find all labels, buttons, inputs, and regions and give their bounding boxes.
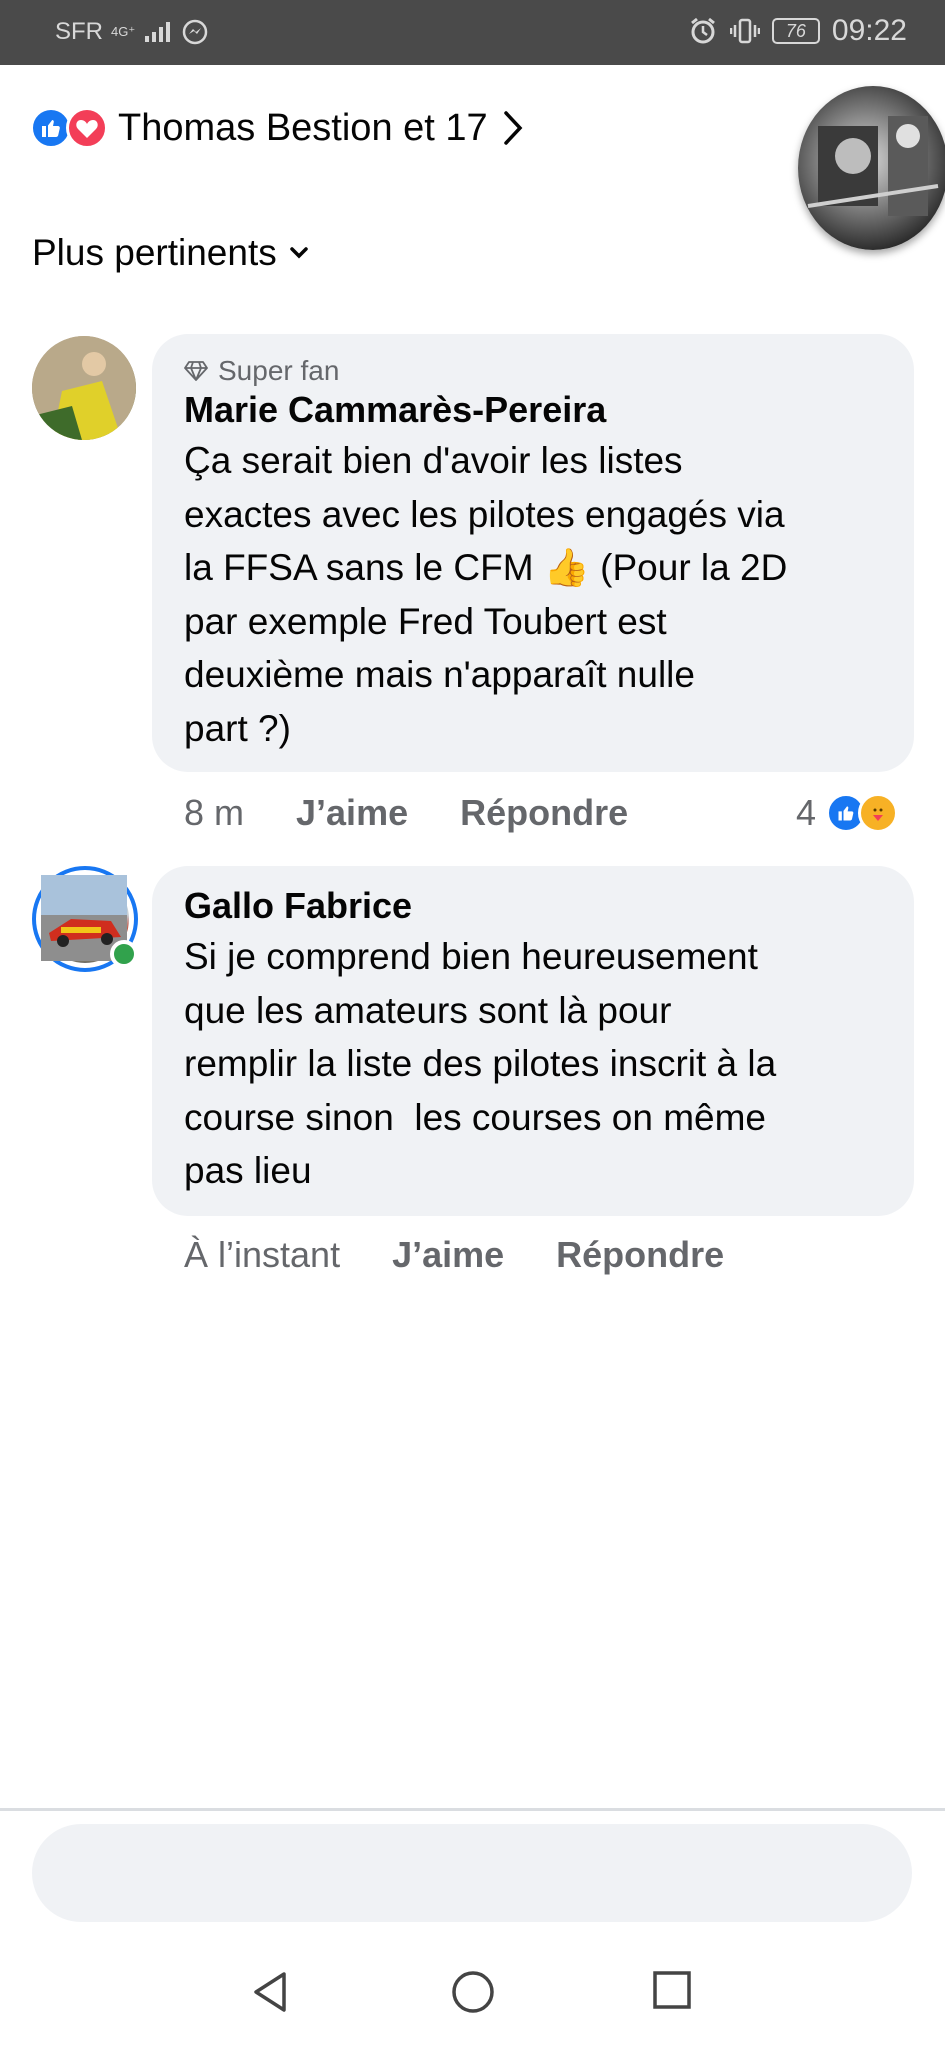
reactors-label: Thomas Bestion et 17 xyxy=(118,106,488,149)
comment-line: exactes avec les pilotes engagés via xyxy=(184,493,785,535)
comment-actions: 8 m J’aime Répondre xyxy=(184,788,628,838)
comment-reactions[interactable]: 4 xyxy=(796,788,899,838)
chevron-down-icon xyxy=(290,247,308,259)
super-fan-badge: Super fan xyxy=(184,354,892,388)
comment-line: pas lieu xyxy=(184,1150,312,1191)
messenger-icon xyxy=(182,19,208,45)
composer-divider xyxy=(0,1808,945,1811)
comment-text: Si je comprend bien heureusement que les… xyxy=(184,930,892,1198)
reply-button[interactable]: Répondre xyxy=(556,1234,724,1276)
battery-icon: 76 xyxy=(771,18,820,44)
post-author-avatar[interactable] xyxy=(798,86,945,250)
online-status-dot xyxy=(110,940,138,968)
recents-icon[interactable] xyxy=(652,1970,692,2010)
comment-author[interactable]: Marie Cammarès-Pereira xyxy=(184,388,892,432)
comment-time[interactable]: 8 m xyxy=(184,792,244,834)
back-icon[interactable] xyxy=(250,1970,290,2014)
home-icon[interactable] xyxy=(451,1970,495,2014)
like-button[interactable]: J’aime xyxy=(392,1234,504,1276)
comment-text: Ça serait bien d'avoir les listes exacte… xyxy=(184,434,892,755)
reaction-count: 4 xyxy=(796,792,817,833)
system-nav-bar xyxy=(0,1936,945,2048)
sort-label: Plus pertinents xyxy=(32,232,277,273)
reply-button[interactable]: Répondre xyxy=(460,792,628,834)
commenter-avatar[interactable] xyxy=(32,336,136,440)
comment-line: course sinon les courses on même xyxy=(184,1096,766,1138)
sort-dropdown[interactable]: Plus pertinents xyxy=(32,232,309,274)
comment-line-part: (Pour la 2D xyxy=(589,547,788,588)
comment-actions: À l’instant J’aime Répondre xyxy=(184,1230,724,1280)
care-reaction-icon xyxy=(858,793,899,833)
love-reaction-icon xyxy=(66,107,108,149)
comment-bubble[interactable]: Super fan Marie Cammarès-Pereira Ça sera… xyxy=(152,334,914,772)
comment-input[interactable] xyxy=(32,1824,912,1922)
comment-time[interactable]: À l’instant xyxy=(184,1234,340,1276)
status-right: 76 09:22 xyxy=(688,14,907,48)
thumbs-up-emoji: 👍 xyxy=(543,547,590,588)
alarm-icon xyxy=(690,17,715,44)
reactions-summary[interactable]: Thomas Bestion et 17 xyxy=(30,100,524,156)
status-left: SFR 4G⁺ xyxy=(55,18,209,46)
comment-line: que les amateurs sont là pour xyxy=(184,989,672,1031)
avatar-photo xyxy=(32,336,136,440)
network-label: 4G⁺ xyxy=(111,24,136,39)
like-button[interactable]: J’aime xyxy=(296,792,408,834)
comment-bubble[interactable]: Gallo Fabrice Si je comprend bien heureu… xyxy=(152,866,914,1216)
comment-line: la FFSA sans le CFM 👍 (Pour la 2D xyxy=(184,541,892,595)
comment-line: remplir la liste des pilotes inscrit à l… xyxy=(184,1043,777,1084)
comment-author[interactable]: Gallo Fabrice xyxy=(184,884,892,928)
comment-line: part ?) xyxy=(184,707,291,749)
comment-line: deuxième mais n'apparaît nulle xyxy=(184,654,695,695)
status-time: 09:22 xyxy=(831,14,907,47)
chevron-right-icon xyxy=(503,111,523,145)
comment-line: par exemple Fred Toubert est xyxy=(184,600,667,642)
status-bar: SFR 4G⁺ 76 09:22 xyxy=(0,0,945,65)
vibrate-icon xyxy=(729,18,760,44)
photo-thumbnail xyxy=(807,116,939,216)
diamond-icon xyxy=(184,361,208,381)
comment-line-part: la FFSA sans le CFM xyxy=(184,547,534,588)
signal-icon xyxy=(145,22,171,42)
carrier-label: SFR xyxy=(55,18,103,45)
comment-line: Si je comprend bien heureusement xyxy=(184,936,758,977)
comment-line: Ça serait bien d'avoir les listes xyxy=(184,440,683,481)
badge-label: Super fan xyxy=(218,355,340,386)
